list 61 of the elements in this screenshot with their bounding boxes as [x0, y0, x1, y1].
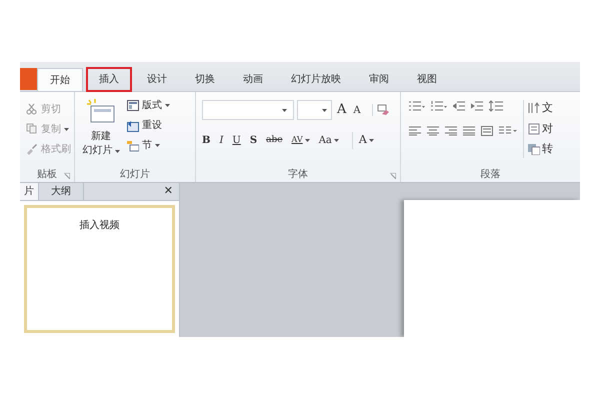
slide-option-button[interactable]: 重设 [127, 118, 170, 133]
increase-indent-icon [471, 101, 483, 111]
close-button[interactable]: ✕ [158, 183, 179, 200]
slide-option-button[interactable]: 节 [127, 138, 170, 153]
ribbon-tab[interactable]: 幻灯片放映 [279, 68, 353, 91]
shrink-font-button[interactable]: A [351, 102, 363, 118]
format-button[interactable]: S [250, 132, 258, 148]
layout-icon [127, 100, 139, 112]
paragraph-option-button[interactable]: 对 [528, 120, 553, 137]
format-button[interactable]: abe [266, 134, 283, 147]
paragraph-option-button[interactable]: 转 [528, 141, 553, 158]
file-tab[interactable] [20, 68, 37, 90]
paragraph-option-button[interactable]: 文 [528, 100, 553, 116]
ribbon-tab[interactable]: 视图 [405, 68, 449, 91]
group-label: 贴板 [37, 168, 57, 182]
reset-icon [127, 120, 139, 132]
format-button[interactable]: Aa [318, 132, 339, 148]
align-text-icon [528, 122, 540, 135]
brush-icon [26, 143, 38, 155]
text-direction-icon [528, 102, 540, 114]
distributed-icon [481, 126, 493, 136]
scissors-icon [26, 103, 38, 115]
align-icon [445, 126, 457, 136]
align-icon [463, 126, 475, 136]
caret-icon [282, 108, 287, 112]
slide-option-button[interactable]: 版式 [127, 98, 170, 113]
group-label: 字体 [288, 168, 308, 182]
caret-icon [322, 108, 327, 112]
font-size-dropdown[interactable] [297, 100, 332, 120]
dialog-launcher-icon [390, 173, 396, 179]
section-icon [127, 140, 139, 152]
format-button[interactable]: AV [292, 134, 310, 146]
format-button[interactable]: A [352, 132, 374, 148]
group-label: 段落 [480, 168, 500, 182]
font-name-dropdown[interactable] [202, 100, 294, 120]
ribbon-tab[interactable]: 审阅 [357, 68, 401, 91]
new-slide-icon [86, 98, 116, 124]
eraser-icon [376, 104, 389, 116]
align-icon [427, 126, 439, 136]
ribbon-tab[interactable]: 切换 [183, 68, 227, 91]
dialog-launcher-icon [64, 173, 70, 179]
group-label: 幻灯片 [120, 168, 150, 182]
columns-icon [499, 126, 517, 136]
bullet-list-icon [409, 101, 425, 111]
align-icon [409, 126, 421, 136]
decrease-indent-icon [453, 101, 465, 111]
convert-icon [528, 143, 540, 156]
format-button[interactable]: U [232, 132, 241, 148]
numbered-list-icon [431, 101, 447, 111]
caret-icon [114, 150, 120, 152]
ribbon-tab[interactable]: 插入 [87, 68, 131, 91]
format-button[interactable]: B [202, 132, 210, 148]
copy-icon [26, 123, 38, 135]
grow-font-button[interactable]: A [335, 100, 348, 120]
panel-tab[interactable]: 片 [20, 183, 39, 200]
format-button[interactable]: I [219, 132, 224, 148]
slide-thumbnail-title: 插入视频 [80, 218, 120, 233]
ribbon-tab[interactable]: 设计 [135, 68, 179, 91]
ribbon-tab[interactable]: 动画 [231, 68, 275, 91]
ribbon-tab[interactable]: 开始 [37, 68, 83, 91]
new-slide-button[interactable]: 新建 幻灯片 [79, 98, 123, 158]
